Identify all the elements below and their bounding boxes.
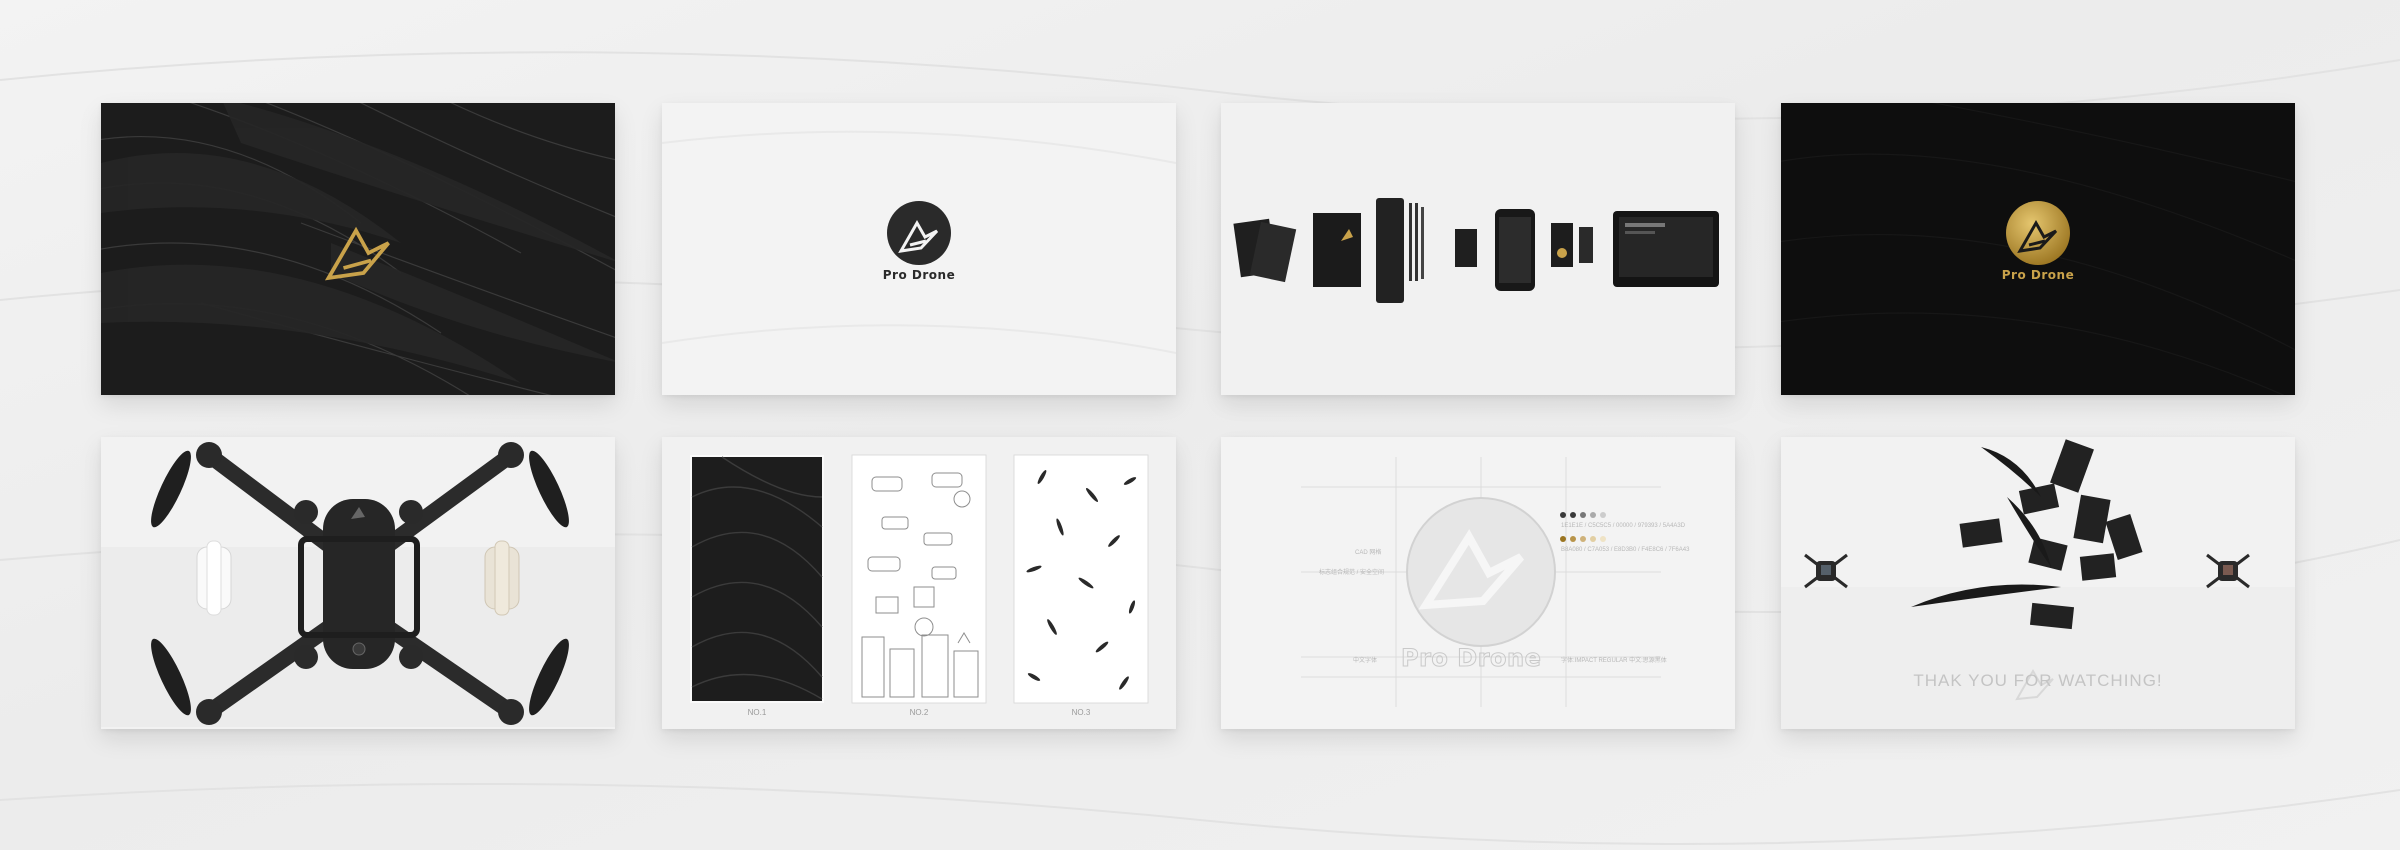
black-feather-texture (101, 103, 615, 395)
stationery-mockup-card (1221, 103, 1735, 395)
stationery-mockups (1221, 103, 1735, 395)
grid-label: CAD 网格 (1355, 550, 1382, 556)
pattern-feather-dark (690, 455, 824, 703)
logo-gold-black-card: Pro Drone (1781, 103, 2295, 395)
patterns-card: NO.1 NO.2 NO.3 (662, 437, 1176, 729)
brand-name-outline: Pro Drone (1400, 644, 1542, 673)
closing-card: THAK YOU FOR WATCHING! (1781, 437, 2295, 729)
font-spec: 字体:IMPACT REGULAR 中文:思源黑体 (1561, 658, 1667, 664)
drone-product-card (101, 437, 615, 729)
logo-construction-grid (1221, 437, 1735, 729)
pattern-label-1: NO.1 (747, 708, 767, 717)
color-code-dark: 1E1E1E / C5C5C5 / 00000 / 979393 / 5A4A3… (1561, 523, 1686, 529)
color-code-gold: B8A080 / C7A053 / E8D3B0 / F4E8C6 / 7F6A… (1561, 547, 1690, 553)
chinese-font-label: 中文字体 (1353, 658, 1378, 664)
brand-name-gold: Pro Drone (2001, 268, 2075, 282)
logo-grid-spec-card: 1E1E1E / C5C5C5 / 00000 / 979393 / 5A4A3… (1221, 437, 1735, 729)
safe-space-label: 标志组合规范 / 安全空间 (1319, 570, 1385, 576)
cover-feather-dark-card (101, 103, 615, 395)
drone-product-render (101, 437, 615, 729)
logo-white-card: Pro Drone (662, 103, 1176, 395)
pattern-label-2: NO.2 (909, 708, 929, 717)
pattern-feather-light (1013, 454, 1149, 704)
brand-name: Pro Drone (882, 268, 956, 282)
pattern-label-3: NO.3 (1071, 708, 1091, 717)
pattern-line-illustration (851, 454, 987, 704)
thank-you-text: THAK YOU FOR WATCHING! (1913, 671, 2163, 690)
